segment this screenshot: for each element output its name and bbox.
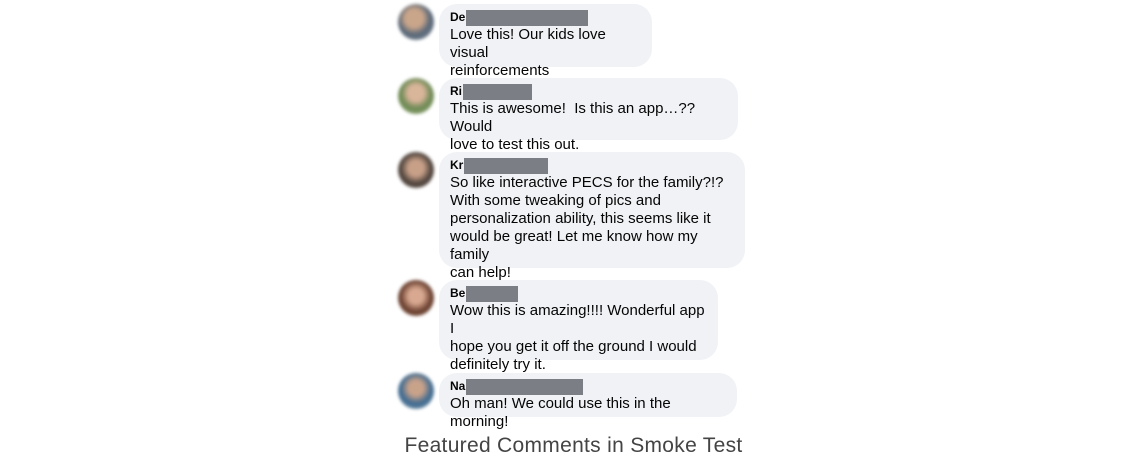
commenter-name-row: Be [450,285,707,302]
commenter-name[interactable]: Kr [450,159,463,172]
commenter-name-row: De [450,9,641,26]
comment-text: Oh man! We could use this in the morning… [450,395,675,430]
comment-text: Love this! Our kids love visual reinforc… [450,26,606,79]
commenter-name-row: Ri [450,83,727,100]
commenter-name-row: Na [450,378,726,395]
comment-bubble: De Love this! Our kids love visual reinf… [439,4,652,79]
user-avatar[interactable] [398,280,434,316]
commenter-name[interactable]: Be [450,287,465,300]
comment-text: Wow this is amazing!!!! Wonderful app I … [450,302,705,373]
comment-bubble: Ri This is awesome! Is this an app…?? Wo… [439,78,738,153]
commenter-name-row: Kr [450,157,734,174]
name-redaction [466,285,519,302]
name-redaction [466,378,584,395]
commenter-name[interactable]: De [450,11,465,24]
user-avatar[interactable] [398,78,434,114]
commenter-name[interactable]: Na [450,380,465,393]
comment-text: This is awesome! Is this an app…?? Would… [450,100,696,153]
comment-text: So like interactive PECS for the family?… [450,174,724,281]
name-redaction [466,9,589,26]
comment-bubble: Kr So like interactive PECS for the fami… [439,152,745,281]
comment-bubble: Be Wow this is amazing!!!! Wonderful app… [439,280,718,373]
user-avatar[interactable] [398,373,434,409]
name-redaction [463,83,532,100]
figure-caption: Featured Comments in Smoke Test [404,434,743,457]
user-avatar[interactable] [398,152,434,188]
comment-bubble: Na Oh man! We could use this in the morn… [439,373,737,430]
name-redaction [464,157,549,174]
user-avatar[interactable] [398,4,434,40]
commenter-name[interactable]: Ri [450,85,462,98]
